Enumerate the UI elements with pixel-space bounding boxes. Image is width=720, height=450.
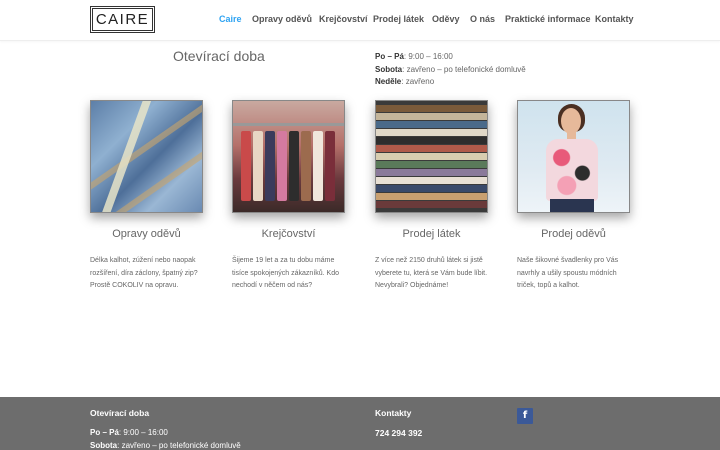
hours-row: Sobota: zavřeno – po telefonické domluvě bbox=[90, 440, 241, 450]
garment bbox=[301, 131, 311, 201]
hours-day: Sobota bbox=[375, 64, 403, 74]
fabric-roll bbox=[376, 121, 487, 128]
footer-contacts-title: Kontakty bbox=[375, 408, 412, 418]
card-text: Naše šikovné švadlenky pro Vás navrhly a… bbox=[517, 257, 619, 289]
fabric-roll bbox=[376, 185, 487, 192]
nav-item-caire[interactable]: Caire bbox=[219, 14, 242, 24]
nav-item-prakticke-informace[interactable]: Praktické informace bbox=[505, 14, 591, 24]
opening-hours-title: Otevírací doba bbox=[173, 48, 265, 64]
hours-row: Po – Pá: 9:00 – 16:00 bbox=[90, 427, 241, 440]
hours-value: zavřeno – po telefonické domluvě bbox=[121, 440, 241, 450]
garment bbox=[325, 131, 335, 201]
nav-item-prodej-latek[interactable]: Prodej látek bbox=[373, 14, 424, 24]
facebook-icon[interactable]: f bbox=[517, 408, 533, 424]
fabric-roll bbox=[376, 137, 487, 144]
fabric-roll bbox=[376, 145, 487, 152]
garment bbox=[241, 131, 251, 201]
hours-row: Po – Pá: 9:00 – 16:00 bbox=[375, 51, 526, 64]
hours-day: Neděle bbox=[375, 77, 402, 86]
service-card-repairs: Opravy oděvů Délka kalhot, zúžení nebo n… bbox=[90, 100, 203, 289]
nav-item-krejcovstvi[interactable]: Krejčovství bbox=[319, 14, 368, 24]
card-title[interactable]: Prodej látek bbox=[375, 228, 488, 240]
site-footer: Otevírací doba Po – Pá: 9:00 – 16:00 Sob… bbox=[0, 397, 720, 450]
nav-item-o-nas[interactable]: O nás bbox=[470, 14, 495, 24]
fabric-roll bbox=[376, 129, 487, 136]
hours-value: zavřeno bbox=[405, 77, 435, 86]
fabric-roll bbox=[376, 113, 487, 120]
woman-in-tshirt-image[interactable] bbox=[517, 100, 630, 213]
footer-hours-title: Otevírací doba bbox=[90, 408, 150, 418]
fabric-rolls-image[interactable] bbox=[375, 100, 488, 213]
hours-row: Sobota: zavřeno – po telefonické domluvě bbox=[375, 64, 526, 77]
hours-day: Po – Pá bbox=[375, 52, 404, 61]
jeans-repair-image[interactable] bbox=[90, 100, 203, 213]
garment bbox=[265, 131, 275, 201]
opening-hours-list: Po – Pá: 9:00 – 16:00 Sobota: zavřeno – … bbox=[375, 51, 526, 89]
nav-item-odevy[interactable]: Oděvy bbox=[432, 14, 460, 24]
card-text: Délka kalhot, zúžení nebo naopak rozšíře… bbox=[90, 257, 198, 289]
nav-item-opravy-odevu[interactable]: Opravy oděvů bbox=[252, 14, 312, 24]
fabric-roll bbox=[376, 153, 487, 160]
fabric-roll bbox=[376, 169, 487, 176]
fabric-roll bbox=[376, 105, 487, 112]
card-title[interactable]: Prodej oděvů bbox=[517, 228, 630, 240]
hours-row: Neděle: zavřeno bbox=[375, 76, 526, 89]
fabric-roll bbox=[376, 201, 487, 208]
footer-phone[interactable]: 724 294 392 bbox=[375, 428, 422, 438]
garment bbox=[253, 131, 263, 201]
hours-day: Sobota bbox=[90, 440, 118, 450]
hours-value: 9:00 – 16:00 bbox=[123, 428, 168, 437]
fabric-roll bbox=[376, 193, 487, 200]
rack-bar bbox=[233, 123, 344, 126]
garment bbox=[313, 131, 323, 201]
hours-day: Po – Pá bbox=[90, 428, 119, 437]
service-card-tailoring: Krejčovství Šijeme 19 let a za tu dobu m… bbox=[232, 100, 345, 289]
main-nav: Caire Opravy oděvů Krejčovství Prodej lá… bbox=[0, 14, 720, 28]
person-shirt bbox=[546, 139, 598, 201]
card-title[interactable]: Opravy oděvů bbox=[90, 228, 203, 240]
card-text: Šijeme 19 let a za tu dobu máme tisíce s… bbox=[232, 257, 340, 289]
fabric-roll bbox=[376, 177, 487, 184]
footer-hours-list: Po – Pá: 9:00 – 16:00 Sobota: zavřeno – … bbox=[90, 427, 241, 450]
site-header: CAIRE Caire Opravy oděvů Krejčovství Pro… bbox=[0, 0, 720, 41]
nav-item-kontakty[interactable]: Kontakty bbox=[595, 14, 634, 24]
garment bbox=[277, 131, 287, 201]
service-card-clothing: Prodej oděvů Naše šikovné švadlenky pro … bbox=[517, 100, 630, 289]
person-pants bbox=[550, 199, 594, 212]
card-text: Z více než 2150 druhů látek si jistě vyb… bbox=[375, 257, 488, 289]
garment bbox=[289, 131, 299, 201]
jeans-seam bbox=[91, 101, 202, 193]
hours-value: 9:00 – 16:00 bbox=[408, 52, 453, 61]
fabric-roll bbox=[376, 161, 487, 168]
clothing-rack-image[interactable] bbox=[232, 100, 345, 213]
hours-value: zavřeno – po telefonické domluvě bbox=[406, 64, 526, 74]
card-title[interactable]: Krejčovství bbox=[232, 228, 345, 240]
service-card-fabrics: Prodej látek Z více než 2150 druhů látek… bbox=[375, 100, 488, 289]
